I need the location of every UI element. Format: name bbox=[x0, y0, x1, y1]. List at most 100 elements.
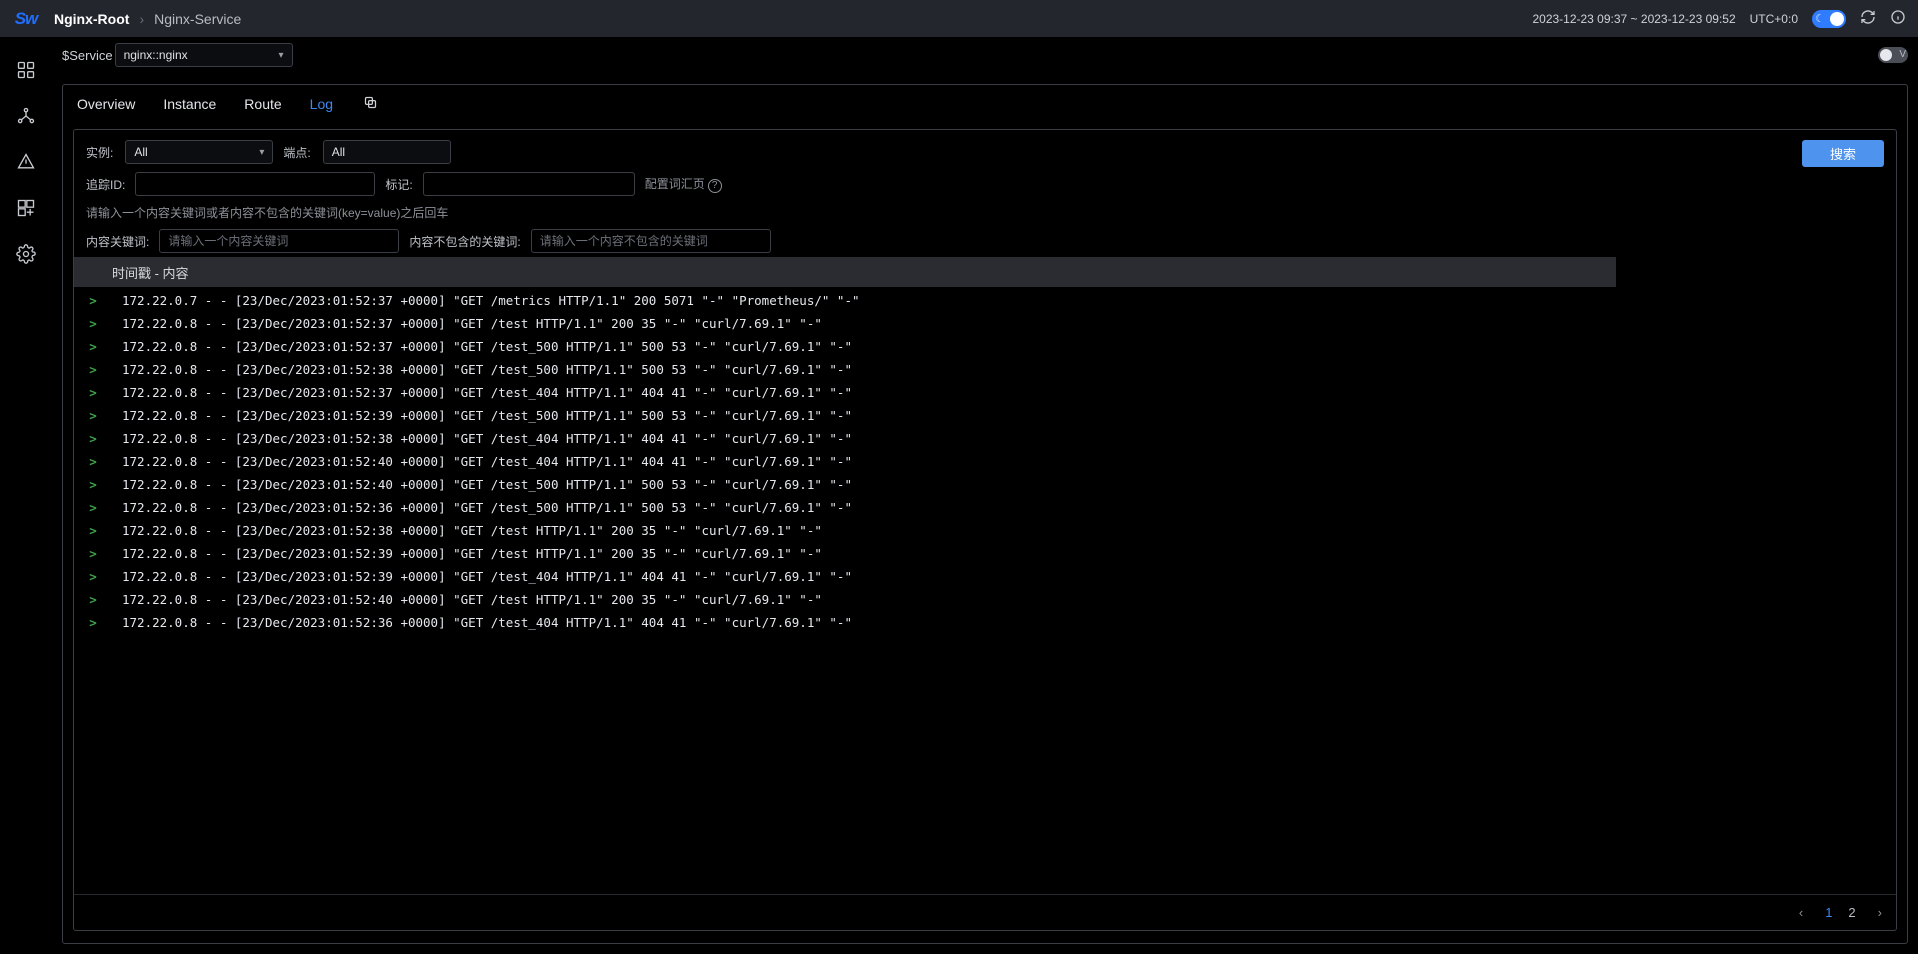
expand-icon[interactable]: > bbox=[88, 546, 98, 561]
log-content: 172.22.0.8 - - [23/Dec/2023:01:52:37 +00… bbox=[122, 339, 852, 354]
log-content: 172.22.0.8 - - [23/Dec/2023:01:52:37 +00… bbox=[122, 316, 822, 331]
expand-icon[interactable]: > bbox=[88, 615, 98, 630]
pagination: ‹ 1 2 › bbox=[74, 894, 1896, 930]
info-icon[interactable] bbox=[1890, 9, 1906, 29]
log-row[interactable]: >172.22.0.8 - - [23/Dec/2023:01:52:40 +0… bbox=[74, 473, 1896, 496]
endpoint-label: 端点: bbox=[283, 144, 310, 161]
edit-mode-toggle[interactable]: V bbox=[1878, 47, 1908, 63]
tab-overview[interactable]: Overview bbox=[77, 96, 135, 112]
expand-icon[interactable]: > bbox=[88, 500, 98, 515]
log-content: 172.22.0.8 - - [23/Dec/2023:01:52:38 +00… bbox=[122, 431, 852, 446]
nav-alarm-icon[interactable] bbox=[0, 152, 52, 172]
keyword-hint: 请输入一个内容关键词或者内容不包含的关键词(key=value)之后回车 bbox=[86, 204, 448, 221]
page-prev-icon[interactable]: ‹ bbox=[1799, 905, 1803, 920]
time-range[interactable]: 2023-12-23 09:37 ~ 2023-12-23 09:52 bbox=[1532, 12, 1735, 26]
exclude-keyword-input[interactable] bbox=[531, 229, 771, 253]
tab-instance[interactable]: Instance bbox=[163, 96, 216, 112]
include-keyword-label: 内容关键词: bbox=[86, 233, 149, 250]
endpoint-select-value: All bbox=[332, 145, 345, 159]
log-row[interactable]: >172.22.0.8 - - [23/Dec/2023:01:52:39 +0… bbox=[74, 404, 1896, 427]
page-next-icon[interactable]: › bbox=[1878, 905, 1882, 920]
instance-select[interactable]: All ▾ bbox=[125, 140, 273, 164]
log-list[interactable]: >172.22.0.7 - - [23/Dec/2023:01:52:37 +0… bbox=[74, 289, 1896, 894]
service-bar: $Service nginx::nginx ▾ V bbox=[52, 38, 1918, 72]
expand-icon[interactable]: > bbox=[88, 431, 98, 446]
log-row[interactable]: >172.22.0.8 - - [23/Dec/2023:01:52:38 +0… bbox=[74, 427, 1896, 450]
log-row[interactable]: >172.22.0.8 - - [23/Dec/2023:01:52:40 +0… bbox=[74, 450, 1896, 473]
log-content: 172.22.0.8 - - [23/Dec/2023:01:52:36 +00… bbox=[122, 615, 852, 630]
help-icon[interactable]: ? bbox=[708, 179, 722, 193]
tags-hint[interactable]: 配置词汇页? bbox=[645, 175, 722, 193]
service-label: $Service bbox=[62, 48, 113, 63]
expand-icon[interactable]: > bbox=[88, 592, 98, 607]
tags-input[interactable] bbox=[423, 172, 635, 196]
tab-route[interactable]: Route bbox=[244, 96, 281, 112]
main-panel: Overview Instance Route Log 搜索 实例: All ▾… bbox=[62, 84, 1908, 944]
log-row[interactable]: >172.22.0.8 - - [23/Dec/2023:01:52:37 +0… bbox=[74, 335, 1896, 358]
expand-icon[interactable]: > bbox=[88, 293, 98, 308]
expand-icon[interactable]: > bbox=[88, 569, 98, 584]
log-row[interactable]: >172.22.0.8 - - [23/Dec/2023:01:52:36 +0… bbox=[74, 496, 1896, 519]
include-keyword-input[interactable] bbox=[159, 229, 399, 253]
log-content: 172.22.0.8 - - [23/Dec/2023:01:52:40 +00… bbox=[122, 477, 852, 492]
chevron-down-icon: ▾ bbox=[259, 147, 264, 158]
chevron-down-icon: ▾ bbox=[279, 50, 284, 61]
breadcrumb-separator: › bbox=[139, 11, 144, 27]
moon-icon: ☾ bbox=[1815, 12, 1825, 25]
instance-select-value: All bbox=[134, 145, 147, 159]
log-content: 172.22.0.8 - - [23/Dec/2023:01:52:38 +00… bbox=[122, 523, 822, 538]
table-header: 时间戳 - 内容 bbox=[74, 257, 1616, 287]
log-content: 172.22.0.7 - - [23/Dec/2023:01:52:37 +00… bbox=[122, 293, 860, 308]
log-row[interactable]: >172.22.0.8 - - [23/Dec/2023:01:52:38 +0… bbox=[74, 519, 1896, 542]
tab-log[interactable]: Log bbox=[310, 96, 333, 112]
expand-icon[interactable]: > bbox=[88, 385, 98, 400]
expand-icon[interactable]: > bbox=[88, 477, 98, 492]
log-content: 172.22.0.8 - - [23/Dec/2023:01:52:38 +00… bbox=[122, 362, 852, 377]
log-filters: 搜索 实例: All ▾ 端点: All 追踪ID: 标记: 配置词汇页? bbox=[74, 130, 1896, 257]
copy-icon[interactable] bbox=[363, 95, 378, 113]
tags-label: 标记: bbox=[385, 176, 412, 193]
service-select-value: nginx::nginx bbox=[124, 48, 188, 62]
log-row[interactable]: >172.22.0.8 - - [23/Dec/2023:01:52:37 +0… bbox=[74, 312, 1896, 335]
log-row[interactable]: >172.22.0.7 - - [23/Dec/2023:01:52:37 +0… bbox=[74, 289, 1896, 312]
trace-id-label: 追踪ID: bbox=[86, 176, 125, 193]
search-button[interactable]: 搜索 bbox=[1802, 140, 1884, 167]
timezone-label[interactable]: UTC+0:0 bbox=[1750, 12, 1798, 26]
expand-icon[interactable]: > bbox=[88, 339, 98, 354]
log-row[interactable]: >172.22.0.8 - - [23/Dec/2023:01:52:37 +0… bbox=[74, 381, 1896, 404]
trace-id-input[interactable] bbox=[135, 172, 375, 196]
nav-settings-icon[interactable] bbox=[0, 244, 52, 264]
log-row[interactable]: >172.22.0.8 - - [23/Dec/2023:01:52:38 +0… bbox=[74, 358, 1896, 381]
log-content: 172.22.0.8 - - [23/Dec/2023:01:52:39 +00… bbox=[122, 408, 852, 423]
expand-icon[interactable]: > bbox=[88, 454, 98, 469]
log-content: 172.22.0.8 - - [23/Dec/2023:01:52:37 +00… bbox=[122, 385, 852, 400]
breadcrumb-leaf[interactable]: Nginx-Service bbox=[154, 11, 241, 27]
expand-icon[interactable]: > bbox=[88, 523, 98, 538]
side-rail bbox=[0, 38, 52, 954]
theme-toggle[interactable]: ☾ bbox=[1812, 10, 1846, 28]
tab-bar: Overview Instance Route Log bbox=[63, 85, 1907, 123]
page-number[interactable]: 1 bbox=[1825, 905, 1832, 920]
breadcrumb: Nginx-Root › Nginx-Service bbox=[54, 11, 241, 27]
service-select[interactable]: nginx::nginx ▾ bbox=[115, 43, 293, 67]
refresh-icon[interactable] bbox=[1860, 9, 1876, 29]
nav-widgets-icon[interactable] bbox=[0, 198, 52, 218]
expand-icon[interactable]: > bbox=[88, 316, 98, 331]
expand-icon[interactable]: > bbox=[88, 408, 98, 423]
log-row[interactable]: >172.22.0.8 - - [23/Dec/2023:01:52:39 +0… bbox=[74, 565, 1896, 588]
exclude-keyword-label: 内容不包含的关键词: bbox=[409, 233, 520, 250]
table-header-label: 时间戳 - 内容 bbox=[112, 263, 189, 282]
log-content: 172.22.0.8 - - [23/Dec/2023:01:52:40 +00… bbox=[122, 592, 822, 607]
app-logo[interactable]: Sw bbox=[8, 9, 44, 29]
log-content: 172.22.0.8 - - [23/Dec/2023:01:52:39 +00… bbox=[122, 546, 822, 561]
log-content: 172.22.0.8 - - [23/Dec/2023:01:52:36 +00… bbox=[122, 500, 852, 515]
log-row[interactable]: >172.22.0.8 - - [23/Dec/2023:01:52:39 +0… bbox=[74, 542, 1896, 565]
log-row[interactable]: >172.22.0.8 - - [23/Dec/2023:01:52:40 +0… bbox=[74, 588, 1896, 611]
nav-topology-icon[interactable] bbox=[0, 106, 52, 126]
endpoint-select[interactable]: All bbox=[323, 140, 451, 164]
breadcrumb-root[interactable]: Nginx-Root bbox=[54, 11, 129, 27]
expand-icon[interactable]: > bbox=[88, 362, 98, 377]
page-number[interactable]: 2 bbox=[1848, 905, 1855, 920]
nav-dashboard-icon[interactable] bbox=[0, 60, 52, 80]
log-row[interactable]: >172.22.0.8 - - [23/Dec/2023:01:52:36 +0… bbox=[74, 611, 1896, 634]
